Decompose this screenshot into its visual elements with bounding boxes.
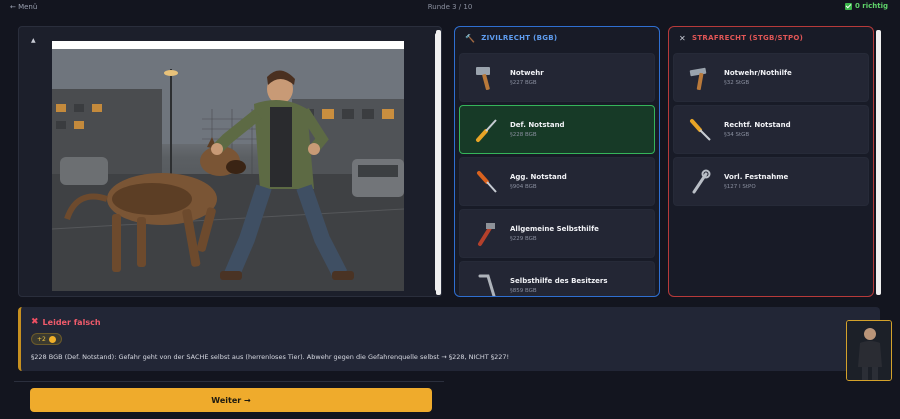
option-card-allgemeine-selbsthilfe[interactable]: Allgemeine Selbsthilfe §229 BGB [459, 209, 655, 258]
option-title: Selbsthilfe des Besitzers [510, 277, 608, 285]
zivilrecht-column: 🔨 ZIVILRECHT (BGB) Notwehr §227 BGB Def.… [454, 26, 660, 297]
avatar [846, 320, 892, 381]
option-card-rechtf-notstand[interactable]: Rechtf. Notstand §34 StGB [673, 105, 869, 154]
option-law-ref: §127 I StPO [724, 184, 756, 190]
man-and-dog-illustration [52, 49, 404, 291]
screwdriver-icon [472, 116, 500, 144]
option-title: Agg. Notstand [510, 173, 567, 181]
next-button[interactable]: Weiter → [30, 388, 432, 412]
option-law-ref: §227 BGB [510, 80, 537, 86]
screwdriver-icon [472, 168, 500, 196]
option-title: Vorl. Festnahme [724, 173, 789, 181]
option-card-notwehr-bgb[interactable]: Notwehr §227 BGB [459, 53, 655, 102]
option-card-def-notstand[interactable]: Def. Notstand §228 BGB [459, 105, 655, 154]
option-title: Rechtf. Notstand [724, 121, 791, 129]
option-law-ref: §34 StGB [724, 132, 750, 138]
feedback-title-text: Leider falsch [42, 317, 101, 327]
hammer-icon: ▲ [31, 37, 36, 44]
option-title: Allgemeine Selbsthilfe [510, 225, 599, 233]
close-icon: ✖ [31, 317, 39, 327]
feedback-title: ✖ Leider falsch [31, 317, 101, 327]
coin-icon [48, 335, 56, 343]
crossed-tools-icon: ✕ [679, 33, 687, 43]
top-bar: ← Menü Runde 3 / 10 0 richtig [0, 0, 900, 16]
hammer-icon [686, 64, 714, 92]
option-law-ref: §32 StGB [724, 80, 750, 86]
allen-key-icon [472, 272, 500, 296]
option-card-vorl-festnahme[interactable]: Vorl. Festnahme §127 I StPO [673, 157, 869, 206]
checkbox-icon [844, 2, 852, 10]
pipe-wrench-icon [472, 220, 500, 248]
score-badge: 0 richtig [844, 2, 888, 10]
option-title: Def. Notstand [510, 121, 565, 129]
option-law-ref: §904 BGB [510, 184, 537, 190]
strafrecht-header: ✕ STRAFRECHT (STGB/STPO) [669, 27, 873, 49]
scene-image-panel: ▲ [18, 26, 442, 297]
zivilrecht-scrollbar[interactable] [436, 30, 441, 295]
option-title: Notwehr/Nothilfe [724, 69, 792, 77]
wrench-icon [686, 168, 714, 196]
option-law-ref: §228 BGB [510, 132, 537, 138]
scene-illustration [52, 41, 404, 291]
points-badge: +2 [31, 333, 62, 345]
feedback-explanation: §228 BGB (Def. Notstand): Gefahr geht vo… [31, 353, 510, 361]
option-card-notwehr-nothilfe[interactable]: Notwehr/Nothilfe §32 StGB [673, 53, 869, 102]
strafrecht-scrollbar[interactable] [876, 30, 881, 295]
zivilrecht-header: 🔨 ZIVILRECHT (BGB) [455, 27, 659, 49]
option-card-selbsthilfe-besitzer[interactable]: Selbsthilfe des Besitzers §859 BGB [459, 261, 655, 296]
hammer-icon: 🔨 [465, 33, 476, 43]
option-law-ref: §859 BGB [510, 288, 537, 294]
feedback-panel: ✖ Leider falsch +2 §228 BGB (Def. Notsta… [18, 307, 880, 371]
strafrecht-column: ✕ STRAFRECHT (STGB/STPO) Notwehr/Nothilf… [668, 26, 874, 297]
score-label: 0 richtig [854, 2, 888, 10]
points-value: +2 [37, 335, 46, 343]
character-avatar-illustration [847, 321, 891, 380]
screwdriver-icon [686, 116, 714, 144]
round-indicator: Runde 3 / 10 [427, 3, 473, 11]
strafrecht-title: STRAFRECHT (STGB/STPO) [692, 34, 804, 42]
divider [14, 381, 444, 382]
hammer-icon [472, 64, 500, 92]
option-title: Notwehr [510, 69, 544, 77]
option-law-ref: §229 BGB [510, 236, 537, 242]
option-card-agg-notstand[interactable]: Agg. Notstand §904 BGB [459, 157, 655, 206]
zivilrecht-title: ZIVILRECHT (BGB) [481, 34, 558, 42]
